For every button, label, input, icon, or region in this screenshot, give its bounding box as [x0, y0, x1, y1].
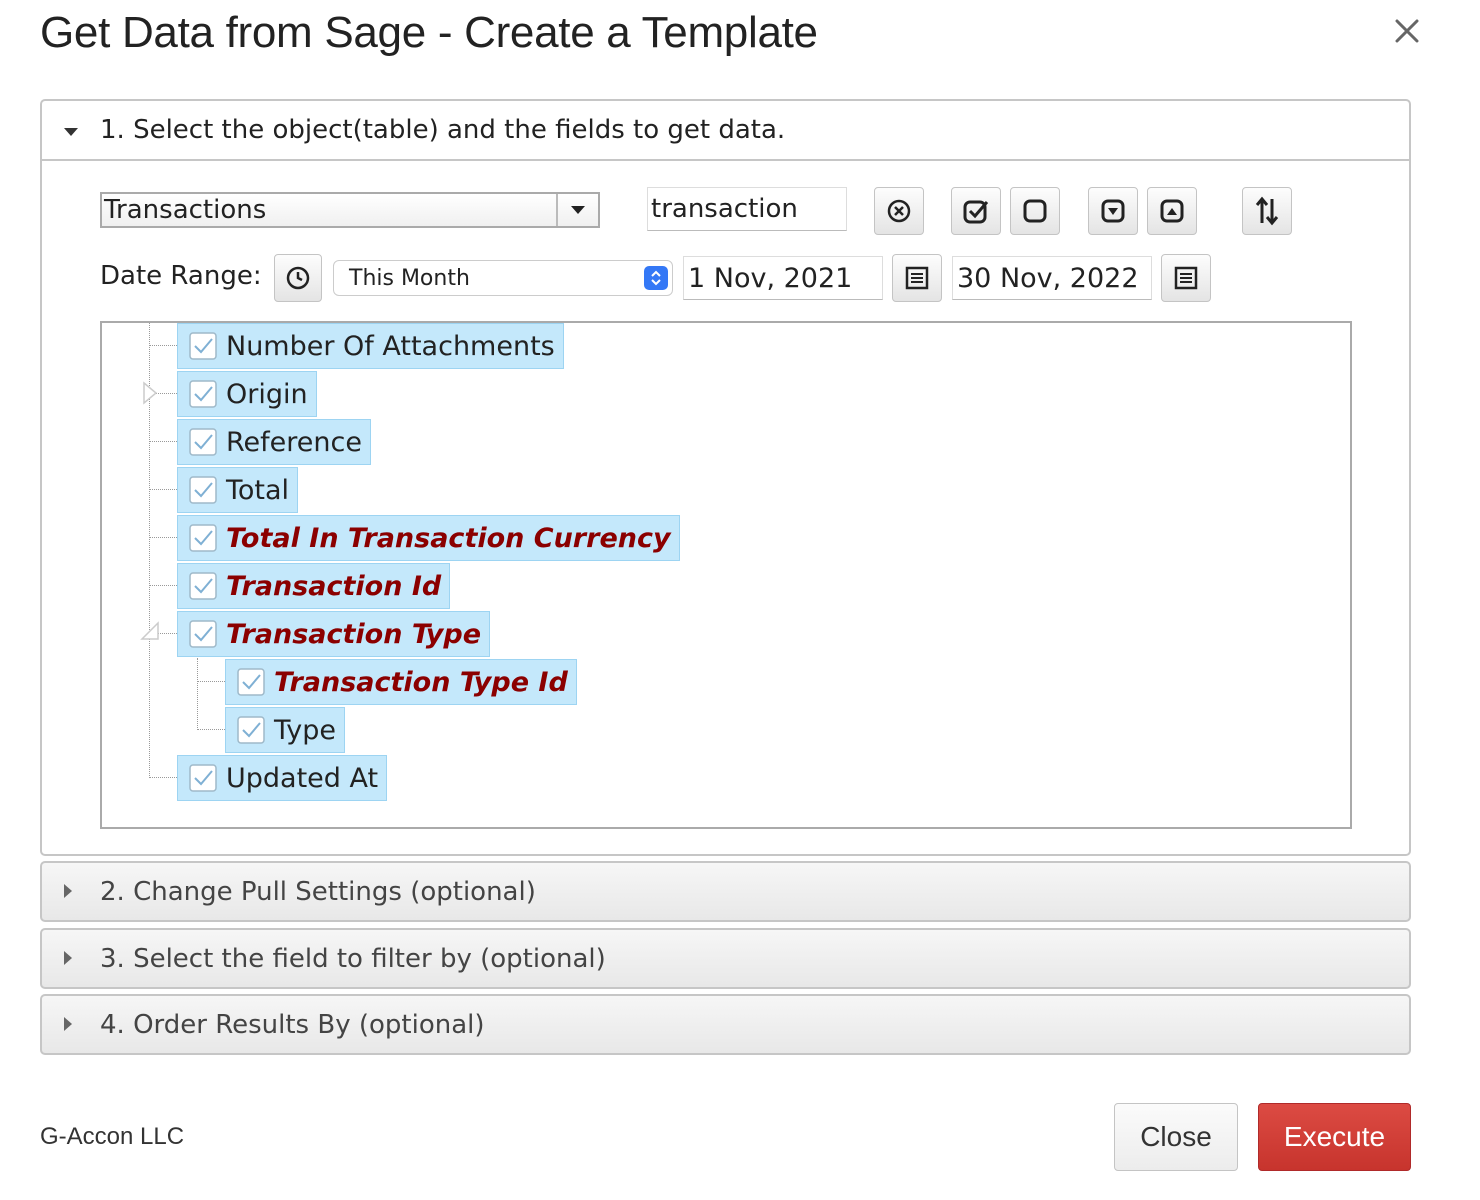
end-date-input[interactable] — [952, 256, 1152, 300]
date-preset-button[interactable] — [274, 254, 322, 302]
field-search-input[interactable] — [647, 187, 847, 231]
section-select-object: 1. Select the object(table) and the fiel… — [40, 99, 1411, 856]
clear-search-button[interactable] — [874, 187, 924, 235]
move-down-icon — [1101, 199, 1125, 223]
tree-connector — [149, 585, 177, 586]
expanded-triangle-icon — [62, 115, 82, 145]
collapsed-triangle-icon — [62, 877, 82, 907]
collapsed-triangle-icon — [62, 1010, 82, 1040]
start-date-input[interactable] — [683, 256, 883, 300]
section-3-title: 3. Select the field to filter by (option… — [100, 943, 606, 974]
checkbox-checked-icon[interactable] — [188, 379, 218, 409]
tree-connector — [149, 537, 177, 538]
checkbox-checked-icon[interactable] — [236, 715, 266, 745]
section-pull-settings[interactable]: 2. Change Pull Settings (optional) — [40, 861, 1411, 922]
tree-node[interactable]: Total — [177, 467, 299, 513]
section-2-header[interactable]: 2. Change Pull Settings (optional) — [42, 863, 1409, 920]
date-range-select[interactable]: This Month — [333, 260, 673, 296]
tree-node[interactable]: Type — [225, 707, 346, 753]
end-date-picker-button[interactable] — [1161, 254, 1211, 302]
checkbox-checked-icon[interactable] — [188, 571, 218, 601]
section-1-title: 1. Select the object(table) and the fiel… — [100, 115, 786, 145]
tree-node[interactable]: Number Of Attachments — [177, 323, 564, 369]
collapse-arrow-icon[interactable] — [140, 621, 160, 645]
tree-connector — [197, 729, 225, 730]
tree-node[interactable]: Origin — [177, 371, 317, 417]
tree-node[interactable]: Reference — [177, 419, 371, 465]
tree-node-label: Number Of Attachments — [226, 330, 555, 362]
section-1-header[interactable]: 1. Select the object(table) and the fiel… — [42, 101, 1409, 161]
sort-icon — [1255, 196, 1279, 226]
tree-node-label: Type — [274, 714, 337, 746]
checkbox-checked-icon[interactable] — [188, 619, 218, 649]
section-filter-field[interactable]: 3. Select the field to filter by (option… — [40, 928, 1411, 989]
tree-node-label: Total — [226, 474, 290, 506]
tree-node-label: Origin — [226, 378, 308, 410]
tree-node[interactable]: Updated At — [177, 755, 388, 801]
tree-connector — [149, 489, 177, 490]
checkbox-checked-icon[interactable] — [188, 331, 218, 361]
date-range-label: Date Range: — [100, 261, 262, 291]
date-range-value: This Month — [349, 265, 470, 291]
section-3-header[interactable]: 3. Select the field to filter by (option… — [42, 930, 1409, 987]
checkbox-checked-icon[interactable] — [236, 667, 266, 697]
clock-icon — [286, 266, 310, 290]
tree-node-label: Reference — [226, 426, 362, 458]
tree-node-required[interactable]: Transaction Type Id — [225, 659, 577, 705]
section-4-header[interactable]: 4. Order Results By (optional) — [42, 996, 1409, 1053]
check-all-button[interactable] — [951, 187, 1001, 235]
tree-node-label: Updated At — [226, 762, 379, 794]
tree-connector — [197, 658, 198, 730]
sort-button[interactable] — [1242, 187, 1292, 235]
uncheck-all-button[interactable] — [1010, 187, 1060, 235]
object-select-value: Transactions — [104, 195, 267, 225]
expand-arrow-icon[interactable] — [142, 381, 158, 409]
object-select[interactable]: Transactions — [100, 192, 600, 228]
calendar-icon — [1174, 266, 1198, 290]
tree-node-label: Transaction Type — [226, 618, 482, 650]
checkbox-checked-icon[interactable] — [188, 475, 218, 505]
tree-node-label: Total In Transaction Currency — [226, 522, 671, 554]
check-all-icon — [963, 200, 989, 224]
move-up-button[interactable] — [1147, 187, 1197, 235]
field-tree: Number Of Attachments Origin Reference T… — [100, 321, 1352, 829]
calendar-icon — [905, 266, 929, 290]
section-order-results[interactable]: 4. Order Results By (optional) — [40, 994, 1411, 1055]
tree-node-required[interactable]: Transaction Id — [177, 563, 451, 609]
tree-node-required[interactable]: Total In Transaction Currency — [177, 515, 680, 561]
tree-node-label: Transaction Type Id — [274, 666, 568, 698]
move-up-icon — [1160, 199, 1184, 223]
start-date-picker-button[interactable] — [892, 254, 942, 302]
tree-connector — [149, 777, 177, 778]
tree-connector — [197, 681, 225, 682]
tree-node-required[interactable]: Transaction Type — [177, 611, 491, 657]
tree-connector — [149, 441, 177, 442]
checkbox-checked-icon[interactable] — [188, 523, 218, 553]
brand-label: G-Accon LLC — [40, 1123, 185, 1150]
section-4-title: 4. Order Results By (optional) — [100, 1009, 485, 1040]
clear-search-icon — [887, 199, 911, 223]
execute-button[interactable]: Execute — [1258, 1103, 1411, 1171]
tree-connector — [149, 345, 177, 346]
dropdown-arrow-icon — [556, 194, 598, 226]
close-button[interactable]: Close — [1114, 1103, 1238, 1171]
checkbox-checked-icon[interactable] — [188, 763, 218, 793]
uncheck-all-icon — [1023, 199, 1047, 223]
section-2-title: 2. Change Pull Settings (optional) — [100, 876, 536, 907]
move-down-button[interactable] — [1088, 187, 1138, 235]
checkbox-checked-icon[interactable] — [188, 427, 218, 457]
select-stepper-icon — [644, 266, 668, 290]
dialog-title: Get Data from Sage - Create a Template — [40, 8, 818, 57]
collapsed-triangle-icon — [62, 944, 82, 974]
tree-node-label: Transaction Id — [226, 570, 442, 602]
close-x-icon[interactable] — [1390, 14, 1424, 48]
